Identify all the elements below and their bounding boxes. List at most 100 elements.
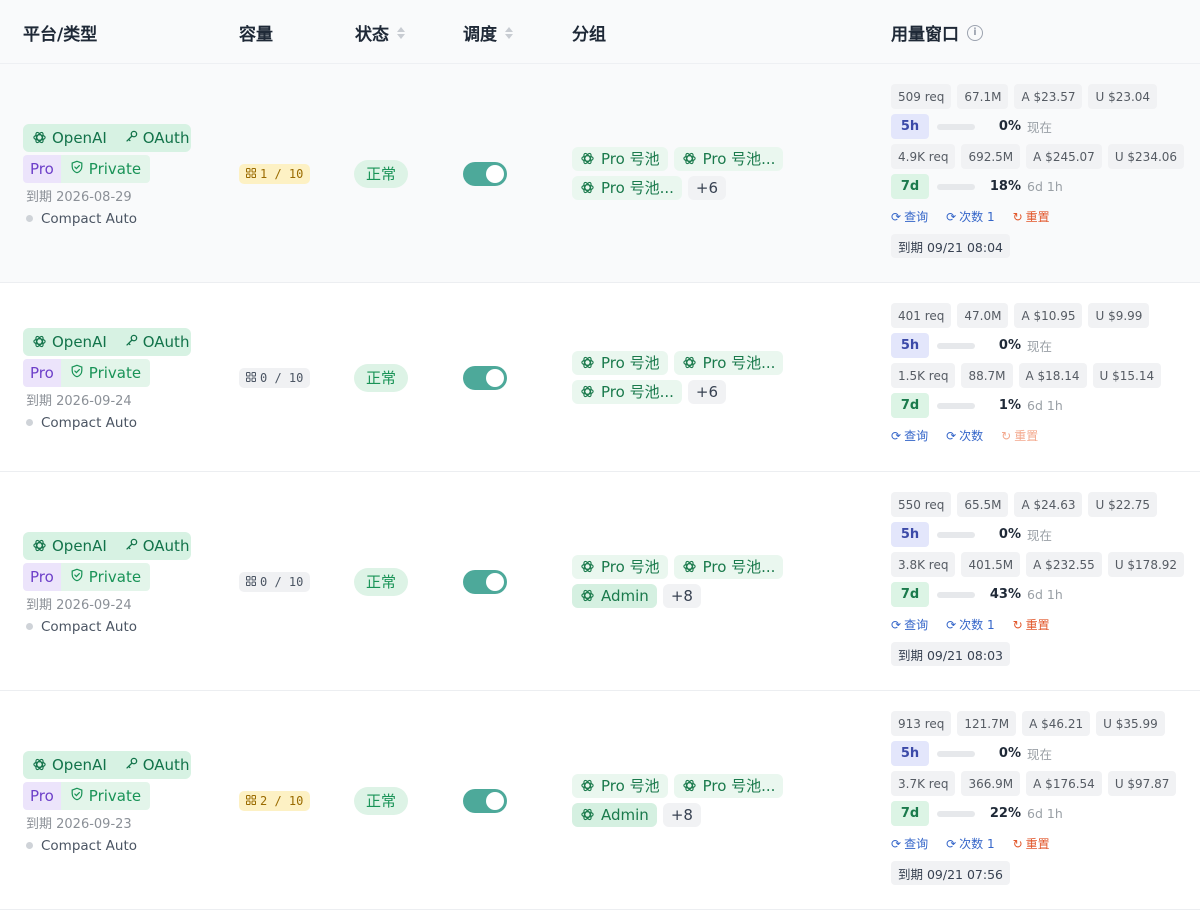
window-label-5h: 5h — [891, 522, 929, 547]
usage-bar-7d — [937, 810, 975, 817]
query-label: 查询 — [904, 618, 929, 632]
visibility-badge: Private — [60, 154, 151, 183]
window-5h: 5h 0% 现在 — [891, 522, 1191, 547]
platform-badge: OpenAI — [23, 751, 116, 779]
capacity-badge: 2 / 10 — [239, 790, 311, 811]
accounts-table: 平台/类型 容量 状态 调度 分组 用量窗口 i OpenAI OAuth Pr… — [0, 0, 1200, 922]
platform-badge: OpenAI — [23, 124, 116, 152]
grid-icon — [246, 794, 256, 808]
usage-stats-5h: 550 req 65.5M A $24.63 U $22.75 — [891, 492, 1191, 517]
schedule-toggle[interactable] — [463, 365, 507, 390]
window-expire: 到期 09/21 08:03 — [891, 642, 1010, 666]
query-button[interactable]: ⟳ 查询 — [891, 427, 928, 444]
reset-button[interactable]: ↻ 重置 — [1013, 835, 1050, 852]
count-button[interactable]: ⟳ 次数 1 — [946, 208, 995, 225]
usage-actions: ⟳ 查询 ⟳ 次数 ↻ 重置 — [891, 423, 1191, 448]
count-label: 次数 1 — [959, 210, 995, 224]
reset-icon: ↻ — [1012, 209, 1023, 224]
groups-more-badge: +8 — [662, 802, 701, 827]
column-label: 状态 — [355, 25, 389, 45]
openai-icon — [580, 384, 595, 399]
schedule-toggle[interactable] — [463, 569, 507, 594]
grid-icon — [246, 575, 256, 589]
usage-window-cell: 401 req 47.0M A $10.95 U $9.99 5h 0% 现在 1.5… — [891, 303, 1191, 453]
window-label-7d: 7d — [891, 174, 929, 199]
visibility-label: Private — [88, 159, 142, 178]
usage-bar-5h — [937, 123, 975, 130]
group-tag: Pro 号池 — [572, 554, 668, 579]
usage-stat: 47.0M — [957, 303, 1009, 328]
visibility-badge: Private — [60, 562, 151, 591]
mode-label: Compact Auto — [23, 415, 191, 431]
openai-icon — [32, 757, 47, 772]
reset-time-5h: 现在 — [1027, 747, 1053, 762]
column-header-schedule[interactable]: 调度 — [463, 20, 513, 45]
window-7d: 7d 43% 6d 1h — [891, 582, 1191, 607]
usage-percent-5h: 0% — [998, 338, 1021, 353]
table-row: OpenAI OAuth Pro Private 到期 20 — [0, 691, 1200, 910]
usage-stats-7d: 3.7K req 366.9M A $176.54 U $97.87 — [891, 771, 1191, 796]
query-button[interactable]: ⟳ 查询 — [891, 208, 928, 225]
reset-button[interactable]: ↻ 重置 — [1001, 427, 1038, 444]
count-button[interactable]: ⟳ 次数 — [946, 427, 983, 444]
schedule-toggle[interactable] — [463, 788, 507, 813]
usage-percent-5h: 0% — [998, 527, 1021, 542]
column-label: 分组 — [572, 25, 606, 45]
status-badge: 正常 — [354, 567, 408, 596]
reset-label: 重置 — [1025, 210, 1050, 224]
count-label: 次数 — [959, 429, 984, 443]
auth-type: OAuth — [142, 536, 190, 555]
query-button[interactable]: ⟳ 查询 — [891, 835, 928, 852]
visibility-badge: Private — [60, 358, 151, 387]
refresh-icon: ⟳ — [891, 617, 902, 632]
usage-stat: 88.7M — [961, 363, 1013, 388]
group-row: Pro 号池... +6 — [572, 379, 802, 404]
usage-bar-5h — [937, 342, 975, 349]
usage-stat: U $234.06 — [1107, 144, 1185, 169]
table-row: OpenAI OAuth Pro Private 到期 20 — [0, 472, 1200, 691]
usage-stats-5h: 401 req 47.0M A $10.95 U $9.99 — [891, 303, 1191, 328]
info-icon[interactable]: i — [967, 24, 983, 41]
usage-stat: 67.1M — [957, 84, 1009, 109]
platform-badges: OpenAI OAuth — [23, 531, 191, 560]
mode-label: Compact Auto — [23, 211, 191, 227]
column-header-status[interactable]: 状态 — [355, 20, 405, 45]
capacity-value: 1 / 10 — [260, 166, 304, 181]
count-button[interactable]: ⟳ 次数 1 — [946, 616, 995, 633]
group-tag: Pro 号池... — [673, 146, 784, 171]
status-badge: 正常 — [354, 159, 408, 188]
groups-more-badge: +8 — [662, 583, 701, 608]
mode-text: Compact Auto — [41, 618, 138, 635]
reset-button[interactable]: ↻ 重置 — [1013, 616, 1050, 633]
query-button[interactable]: ⟳ 查询 — [891, 616, 928, 633]
openai-icon — [580, 151, 595, 166]
platform-cell: OpenAI OAuth Pro Private 到期 20 — [23, 750, 191, 854]
capacity-badge: 0 / 10 — [239, 367, 311, 388]
auth-badge: OAuth — [116, 124, 199, 152]
usage-stat: A $46.21 — [1022, 711, 1091, 736]
sort-icon[interactable] — [397, 26, 405, 39]
reset-icon: ↻ — [1001, 428, 1012, 443]
usage-stat: A $23.57 — [1014, 84, 1083, 109]
expire-date: 到期 2026-09-23 — [26, 816, 132, 832]
count-button[interactable]: ⟳ 次数 1 — [946, 835, 995, 852]
query-label: 查询 — [904, 429, 929, 443]
reset-time-5h: 现在 — [1027, 528, 1053, 543]
refresh-icon: ⟳ — [891, 428, 902, 443]
group-row: Pro 号池 Pro 号池... — [572, 350, 802, 375]
openai-icon — [580, 559, 595, 574]
table-row: OpenAI OAuth Pro Private 到期 20 — [0, 283, 1200, 472]
reset-button[interactable]: ↻ 重置 — [1013, 208, 1050, 225]
group-name: Pro 号池... — [601, 383, 674, 401]
usage-stat: 401 req — [891, 303, 952, 328]
schedule-toggle[interactable] — [463, 161, 507, 186]
openai-icon — [32, 130, 47, 145]
shield-check-icon — [70, 787, 84, 805]
plan-badge: Pro — [23, 358, 61, 387]
usage-stat: U $97.87 — [1107, 771, 1177, 796]
window-7d: 7d 1% 6d 1h — [891, 393, 1191, 418]
column-header-groups: 分组 — [572, 20, 606, 45]
usage-stat: U $23.04 — [1088, 84, 1158, 109]
sort-icon[interactable] — [505, 26, 513, 39]
column-label: 平台/类型 — [23, 25, 98, 45]
